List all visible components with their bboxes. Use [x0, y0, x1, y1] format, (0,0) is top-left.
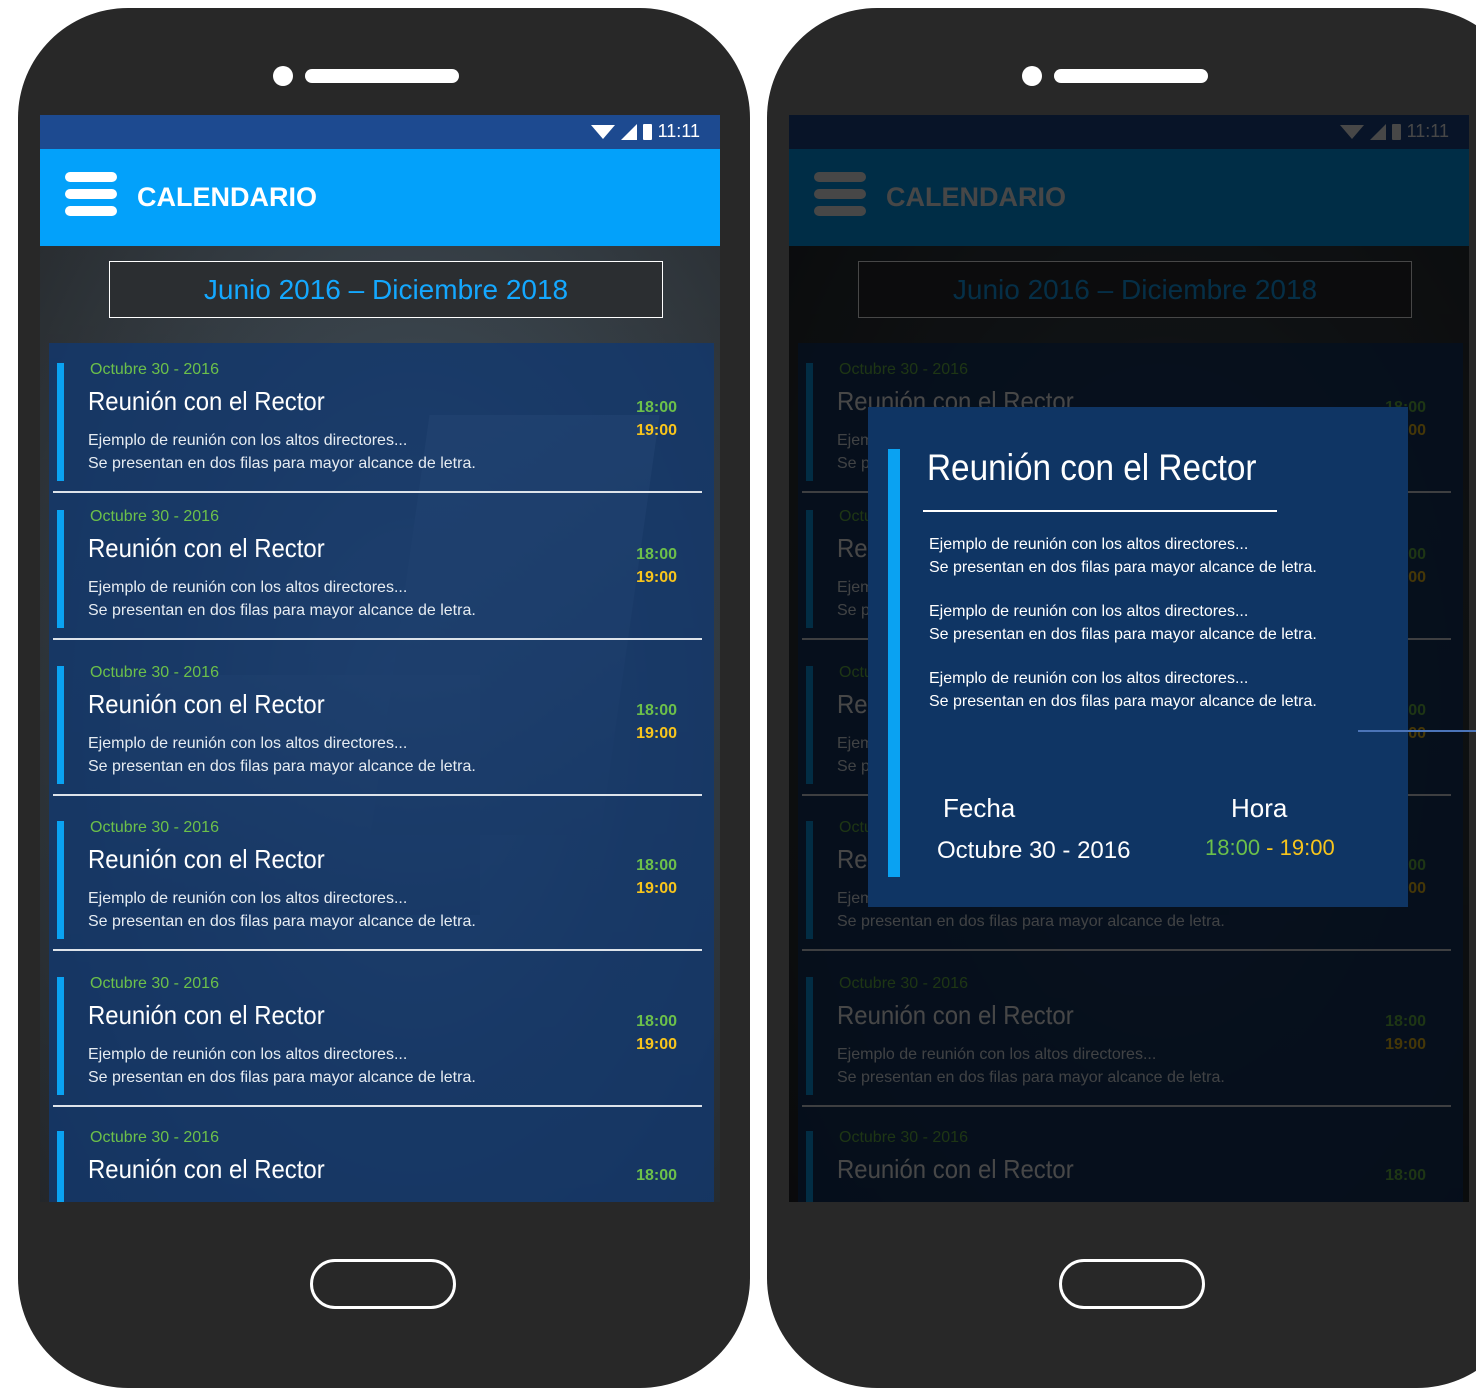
event-accent-bar	[57, 363, 64, 481]
event-end-time: 19:00	[636, 422, 677, 439]
dialog-title-underline	[923, 510, 1277, 512]
event-title: Reunión con el Rector	[88, 533, 325, 563]
dialog-accent-bar	[888, 449, 900, 877]
dialog-start-time: 18:00	[1205, 835, 1261, 860]
event-desc-line2: Se presentan en dos filas para mayor alc…	[88, 758, 476, 775]
event-title: Reunión con el Rector	[88, 689, 325, 719]
time-label: Hora	[1231, 793, 1288, 823]
dialog-paragraph: Ejemplo de reunión con los altos directo…	[929, 667, 1317, 713]
event-end-time: 19:00	[636, 569, 677, 586]
dialog-date-value: Octubre 30 - 2016	[937, 837, 1131, 864]
date-range-text: Junio 2016 – Diciembre 2018	[203, 274, 569, 305]
event-end-time: 19:00	[636, 1036, 677, 1053]
event-end-time: 19:00	[636, 880, 677, 897]
dialog-paragraph-line2: Se presentan en dos filas para mayor alc…	[929, 693, 1317, 710]
event-desc-line1: Ejemplo de reunión con los altos directo…	[88, 579, 408, 596]
phone-right: 11:11 CALENDARIO Junio 2016 – Diciembre …	[767, 8, 1476, 1388]
camera-dot	[273, 66, 293, 86]
event-desc-line2: Se presentan en dos filas para mayor alc…	[88, 913, 476, 930]
battery-icon	[642, 123, 652, 140]
event-start-time: 18:00	[636, 702, 677, 719]
event-item[interactable]: Octubre 30 - 2016 Reunión con el Rector …	[49, 490, 714, 640]
dialog-paragraph-line2: Se presentan en dos filas para mayor alc…	[929, 626, 1317, 643]
event-start-time: 18:00	[636, 1013, 677, 1030]
event-title: Reunión con el Rector	[88, 1000, 325, 1030]
dialog-paragraph: Ejemplo de reunión con los altos directo…	[929, 533, 1317, 579]
status-time: 11:11	[657, 121, 700, 141]
event-date: Octubre 30 - 2016	[90, 819, 219, 836]
event-accent-bar	[57, 1131, 64, 1202]
event-divider	[53, 1105, 702, 1107]
event-accent-bar	[57, 821, 64, 939]
status-bar: 11:11	[40, 115, 720, 149]
event-detail-dialog: Reunión con el Rector Ejemplo de reunión…	[868, 407, 1408, 907]
event-item[interactable]: Octubre 30 - 2016 Reunión con el Rector …	[49, 343, 714, 493]
event-date: Octubre 30 - 2016	[90, 361, 219, 378]
event-date: Octubre 30 - 2016	[90, 975, 219, 992]
dialog-paragraph-line1: Ejemplo de reunión con los altos directo…	[929, 603, 1249, 620]
dialog-title: Reunión con el Rector	[927, 447, 1257, 488]
home-button[interactable]	[310, 1259, 456, 1309]
event-item[interactable]: Octubre 30 - 2016 Reunión con el Rector …	[49, 801, 714, 951]
event-start-time: 18:00	[636, 399, 677, 416]
annotation-line	[1358, 730, 1476, 732]
dialog-paragraph: Ejemplo de reunión con los altos directo…	[929, 600, 1317, 646]
event-desc-line2: Se presentan en dos filas para mayor alc…	[88, 602, 476, 619]
dialog-time-separator: -	[1260, 835, 1280, 860]
event-desc-line1: Ejemplo de reunión con los altos directo…	[88, 890, 408, 907]
event-desc-line2: Se presentan en dos filas para mayor alc…	[88, 455, 476, 472]
date-range-selector[interactable]: Junio 2016 – Diciembre 2018	[109, 261, 663, 318]
signal-icon	[620, 123, 637, 140]
event-list: Octubre 30 - 2016 Reunión con el Rector …	[49, 343, 714, 1202]
app-title: CALENDARIO	[137, 182, 317, 212]
app-bar: CALENDARIO	[40, 149, 720, 246]
event-desc-line2: Se presentan en dos filas para mayor alc…	[88, 1069, 476, 1086]
dialog-paragraph-line1: Ejemplo de reunión con los altos directo…	[929, 670, 1249, 687]
event-accent-bar	[57, 977, 64, 1095]
dialog-time-value: 18:00 - 19:00	[1205, 835, 1335, 861]
wifi-icon	[590, 124, 615, 139]
event-divider	[53, 794, 702, 796]
dialog-end-time: 19:00	[1279, 835, 1335, 860]
event-start-time: 18:00	[636, 546, 677, 563]
event-desc-line1: Ejemplo de reunión con los altos directo…	[88, 432, 408, 449]
hamburger-menu-icon[interactable]	[65, 172, 117, 218]
dialog-paragraph-line1: Ejemplo de reunión con los altos directo…	[929, 536, 1249, 553]
dialog-paragraph-line2: Se presentan en dos filas para mayor alc…	[929, 559, 1317, 576]
phone-left: 11:11 CALENDARIO Junio 2016 – Diciembre …	[18, 8, 750, 1388]
event-end-time: 19:00	[636, 725, 677, 742]
home-button[interactable]	[1059, 1259, 1205, 1309]
event-accent-bar	[57, 510, 64, 628]
event-divider	[53, 949, 702, 951]
speaker-grille	[1054, 69, 1208, 83]
camera-dot	[1022, 66, 1042, 86]
screen-right: 11:11 CALENDARIO Junio 2016 – Diciembre …	[789, 115, 1469, 1202]
event-desc-line1: Ejemplo de reunión con los altos directo…	[88, 735, 408, 752]
event-date: Octubre 30 - 2016	[90, 664, 219, 681]
event-accent-bar	[57, 666, 64, 784]
speaker-grille	[305, 69, 459, 83]
event-date: Octubre 30 - 2016	[90, 508, 219, 525]
event-item[interactable]: Octubre 30 - 2016 Reunión con el Rector …	[49, 957, 714, 1107]
event-item[interactable]: Octubre 30 - 2016 Reunión con el Rector …	[49, 646, 714, 796]
event-title: Reunión con el Rector	[88, 1154, 325, 1184]
event-title: Reunión con el Rector	[88, 844, 325, 874]
event-desc-line1: Ejemplo de reunión con los altos directo…	[88, 1046, 408, 1063]
event-date: Octubre 30 - 2016	[90, 1129, 219, 1146]
date-label: Fecha	[943, 793, 1016, 823]
event-item[interactable]: Octubre 30 - 2016 Reunión con el Rector …	[49, 1111, 714, 1202]
event-title: Reunión con el Rector	[88, 386, 325, 416]
screen-left: 11:11 CALENDARIO Junio 2016 – Diciembre …	[40, 115, 720, 1202]
event-divider	[53, 638, 702, 640]
event-start-time: 18:00	[636, 1167, 677, 1184]
event-start-time: 18:00	[636, 857, 677, 874]
